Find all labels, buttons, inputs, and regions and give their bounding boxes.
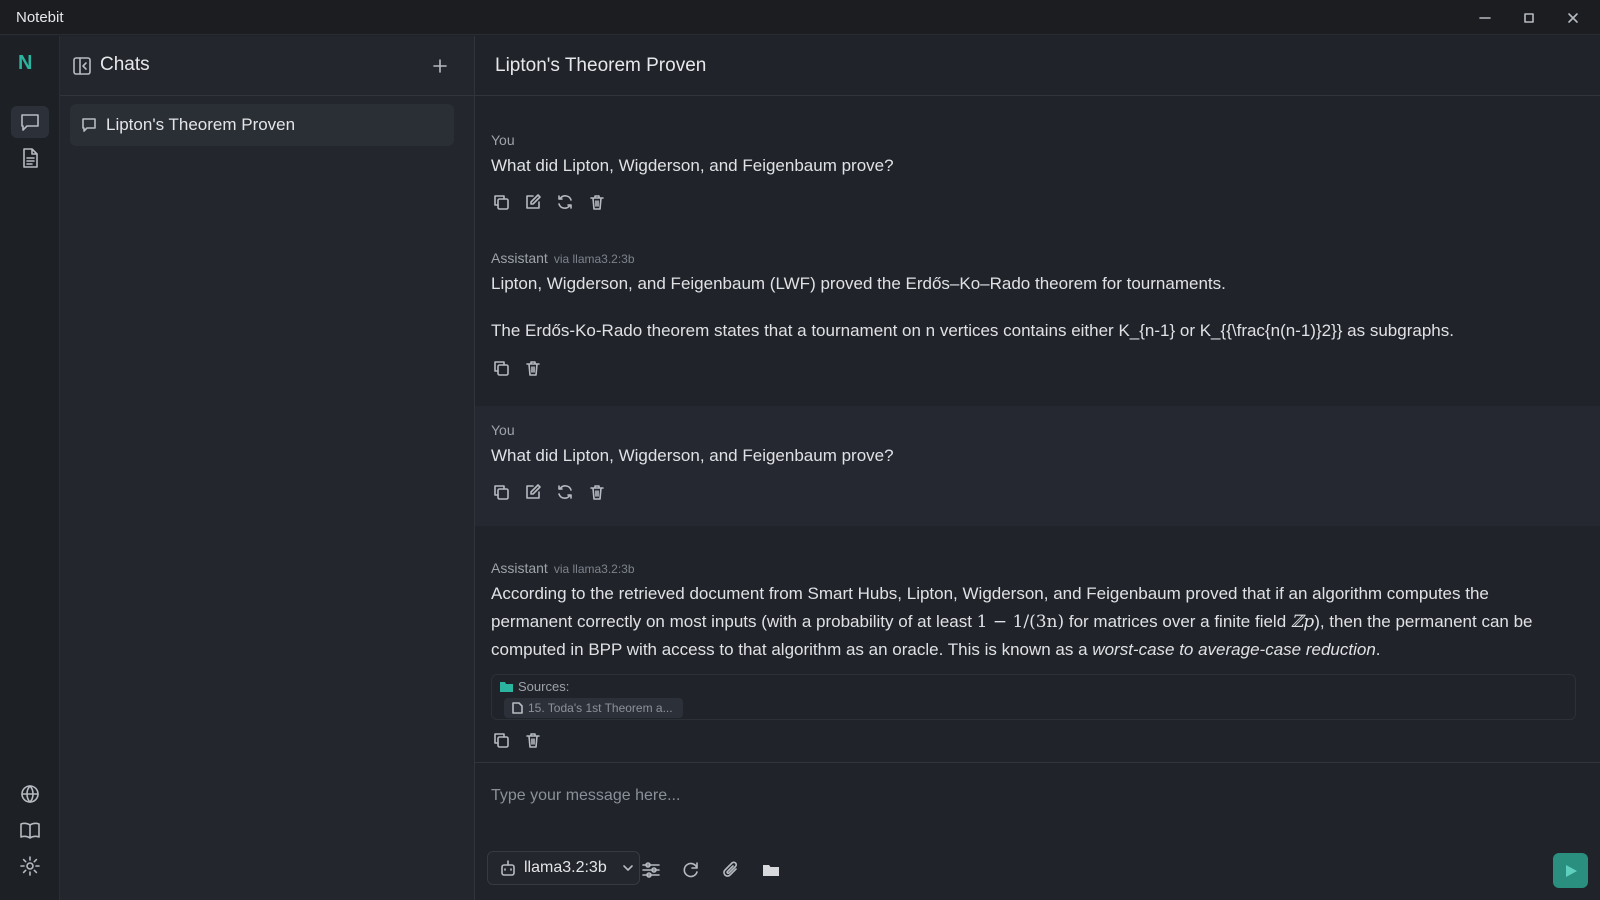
message-composer: llama3.2:3b <box>475 762 1600 900</box>
robot-icon <box>501 860 515 876</box>
sidebar-toggle-icon <box>73 57 91 75</box>
model-selector-label: llama3.2:3b <box>524 859 607 876</box>
nav-documents-button[interactable] <box>11 142 49 174</box>
copy-button[interactable] <box>491 730 511 750</box>
trash-icon <box>526 733 540 748</box>
nav-rail: N <box>0 36 60 900</box>
sources-panel: Sources: 15. Toda's 1st Theorem a... <box>491 674 1576 720</box>
title-bar: Notebit <box>0 0 1600 35</box>
refresh-button[interactable] <box>680 859 702 881</box>
document-icon <box>23 148 38 168</box>
source-chip-label: 15. Toda's 1st Theorem a... <box>528 701 673 715</box>
close-window-button[interactable] <box>1558 7 1588 29</box>
message-role: You <box>491 132 515 148</box>
edit-icon <box>526 484 541 499</box>
user-message: You What did Lipton, Wigderson, and Feig… <box>475 406 1600 526</box>
attach-button[interactable] <box>720 859 742 881</box>
message-role: Assistant via llama3.2:3b <box>491 560 635 576</box>
minimize-button[interactable] <box>1470 7 1500 29</box>
chat-title: Lipton's Theorem Proven <box>495 55 707 76</box>
folder-button[interactable] <box>760 859 782 881</box>
edit-button[interactable] <box>523 192 543 212</box>
trash-icon <box>590 195 604 210</box>
edit-icon <box>526 194 541 209</box>
folder-icon <box>500 682 513 692</box>
delete-button[interactable] <box>587 482 607 502</box>
sources-label: Sources: <box>500 679 569 694</box>
attach-icon <box>723 861 737 877</box>
message-text: What did Lipton, Wigderson, and Feigenba… <box>491 446 894 465</box>
chats-sidebar: Chats Lipton's Theorem Proven <box>60 36 475 900</box>
message-role: Assistant via llama3.2:3b <box>491 250 635 266</box>
message-text: What did Lipton, Wigderson, and Feigenba… <box>491 156 894 175</box>
nav-web-button[interactable] <box>11 778 49 810</box>
copy-button[interactable] <box>491 192 511 212</box>
message-input[interactable] <box>491 781 1571 811</box>
source-chip[interactable]: 15. Toda's 1st Theorem a... <box>504 698 683 718</box>
nav-settings-button[interactable] <box>11 850 49 882</box>
chat-icon <box>21 114 39 131</box>
regenerate-icon <box>558 485 572 499</box>
folder-icon <box>763 865 779 876</box>
chat-list-item-label: Lipton's Theorem Proven <box>106 115 296 134</box>
message-text: According to the retrieved document from… <box>491 584 1533 659</box>
model-tag: via llama3.2:3b <box>553 252 635 266</box>
sidebar-header: Chats <box>60 36 474 96</box>
chevron-down-icon <box>622 865 633 871</box>
chat-list-item[interactable]: Lipton's Theorem Proven <box>70 104 454 146</box>
app-logo: N <box>18 52 33 74</box>
message-actions <box>491 482 607 502</box>
emphasis-text: worst-case to average-case reduction <box>1092 640 1376 659</box>
maximize-button[interactable] <box>1514 7 1544 29</box>
trash-icon <box>526 361 540 376</box>
user-message: You What did Lipton, Wigderson, and Feig… <box>475 96 1600 216</box>
book-icon <box>20 822 40 839</box>
copy-button[interactable] <box>491 358 511 378</box>
delete-button[interactable] <box>587 192 607 212</box>
regenerate-button[interactable] <box>555 192 575 212</box>
copy-icon <box>494 485 509 500</box>
model-selector[interactable]: llama3.2:3b <box>487 851 640 885</box>
document-icon <box>512 702 523 714</box>
send-button[interactable] <box>1553 853 1588 888</box>
nav-library-button[interactable] <box>11 814 49 846</box>
message-paragraph: Lipton, Wigderson, and Feigenbaum (LWF) … <box>491 274 1226 293</box>
regenerate-icon <box>558 195 572 209</box>
copy-icon <box>494 733 509 748</box>
edit-button[interactable] <box>523 482 543 502</box>
settings-sliders-button[interactable] <box>640 859 662 881</box>
app-title: Notebit <box>16 9 64 26</box>
plus-icon <box>433 59 447 73</box>
chat-header: Lipton's Theorem Proven <box>475 36 1600 96</box>
new-chat-button[interactable] <box>428 54 452 78</box>
copy-icon <box>494 195 509 210</box>
nav-chats-button[interactable] <box>11 106 49 138</box>
copy-button[interactable] <box>491 482 511 502</box>
sidebar-title: Chats <box>100 54 150 75</box>
delete-button[interactable] <box>523 358 543 378</box>
math-expression: ℤp <box>1290 612 1315 632</box>
message-role: You <box>491 422 515 438</box>
model-tag: via llama3.2:3b <box>553 562 635 576</box>
sliders-icon <box>642 862 660 878</box>
regenerate-button[interactable] <box>555 482 575 502</box>
message-paragraph: The Erdős-Ko-Rado theorem states that a … <box>491 321 1454 340</box>
toggle-sidebar-button[interactable] <box>72 56 92 76</box>
refresh-icon <box>683 862 698 878</box>
delete-button[interactable] <box>523 730 543 750</box>
gear-icon <box>20 856 40 876</box>
chat-icon <box>82 118 96 132</box>
trash-icon <box>590 485 604 500</box>
send-icon <box>1565 864 1577 877</box>
assistant-message: Assistant via llama3.2:3b According to th… <box>475 526 1600 762</box>
copy-icon <box>494 361 509 376</box>
chat-panel: Lipton's Theorem Proven You What did Lip… <box>475 36 1600 900</box>
globe-icon <box>21 785 39 803</box>
math-expression: 1 − 1/(3n) <box>976 612 1065 632</box>
assistant-message: Assistant via llama3.2:3b Lipton, Wigders… <box>475 216 1600 406</box>
message-actions <box>491 358 543 378</box>
message-actions <box>491 730 543 750</box>
message-actions <box>491 192 607 212</box>
